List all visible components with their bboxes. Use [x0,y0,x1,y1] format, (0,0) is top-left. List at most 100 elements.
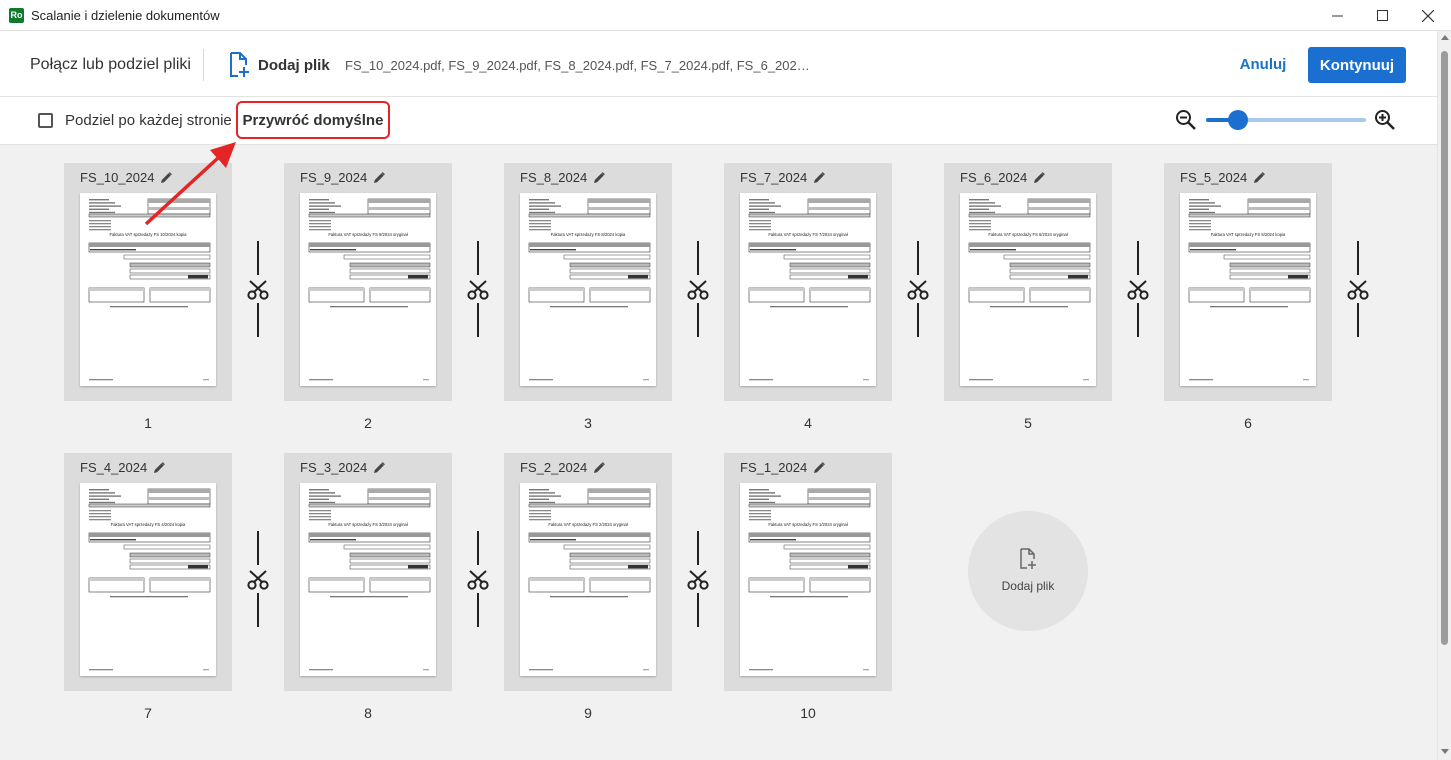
pencil-icon[interactable] [153,461,166,474]
invoice-preview: Faktura VAT sprzedaży FS 2/2024 oryginał [528,488,651,671]
page-thumbnail[interactable]: Faktura VAT sprzedaży FS 1/2024 oryginał [740,483,876,676]
split-scissors-icon[interactable] [686,531,710,627]
split-each-page-checkbox[interactable] [38,113,53,128]
page-thumbnail[interactable]: Faktura VAT sprzedaży FS 3/2024 oryginał [300,483,436,676]
split-scissors-icon[interactable] [466,531,490,627]
document-name-text: FS_7_2024 [740,170,808,185]
zoom-slider-thumb[interactable] [1228,110,1248,130]
pencil-icon[interactable] [593,461,606,474]
add-file-tile-label: Dodaj plik [1001,579,1055,593]
page-number: 1 [144,415,152,431]
page-thumbnail[interactable]: Faktura VAT sprzedaży FS 9/2024 oryginał [300,193,436,386]
document-name[interactable]: FS_5_2024 [1180,170,1266,185]
restore-defaults-button[interactable]: Przywróć domyślne [236,101,390,139]
document-card[interactable]: FS_4_2024 Faktura VAT sprzedaży FS 4/2024… [64,453,232,691]
split-scissors-icon[interactable] [246,531,270,627]
document-name-text: FS_2_2024 [520,460,588,475]
document-name[interactable]: FS_3_2024 [300,460,386,475]
maximize-icon [1376,10,1388,21]
page-number: 7 [144,705,152,721]
document-name-text: FS_4_2024 [80,460,148,475]
add-file-button[interactable]: Dodaj plik [228,51,330,79]
document-card[interactable]: FS_7_2024 Faktura VAT sprzedaży FS 7/2024… [724,163,892,401]
document-name[interactable]: FS_9_2024 [300,170,386,185]
pencil-icon[interactable] [1253,171,1266,184]
page-thumbnail[interactable]: Faktura VAT sprzedaży FS 8/2024 kopia [520,193,656,386]
invoice-title: Faktura VAT sprzedaży FS 2/2024 oryginał [548,522,627,527]
invoice-preview: Faktura VAT sprzedaży FS 4/2024 kopia [88,488,211,671]
split-scissors-icon[interactable] [686,241,710,337]
document-name[interactable]: FS_7_2024 [740,170,826,185]
page-thumbnail[interactable]: Faktura VAT sprzedaży FS 2/2024 oryginał [520,483,656,676]
pencil-icon[interactable] [593,171,606,184]
page-thumbnail[interactable]: Faktura VAT sprzedaży FS 4/2024 kopia [80,483,216,676]
page-number: 4 [804,415,812,431]
page-thumbnail[interactable]: Faktura VAT sprzedaży FS 7/2024 oryginał [740,193,876,386]
invoice-title: Faktura VAT sprzedaży FS 10/2024 kopia [109,232,187,237]
document-name[interactable]: FS_1_2024 [740,460,826,475]
split-scissors-icon[interactable] [1126,241,1150,337]
scroll-up-arrow-icon[interactable] [1441,35,1449,40]
pencil-icon[interactable] [373,171,386,184]
split-scissors-icon[interactable] [466,241,490,337]
document-card[interactable]: FS_6_2024 Faktura VAT sprzedaży FS 6/2024… [944,163,1112,401]
pencil-icon[interactable] [373,461,386,474]
document-card[interactable]: FS_2_2024 Faktura VAT sprzedaży FS 2/2024… [504,453,672,691]
document-name[interactable]: FS_6_2024 [960,170,1046,185]
invoice-preview: Faktura VAT sprzedaży FS 7/2024 oryginał [748,198,871,381]
invoice-title: Faktura VAT sprzedaży FS 9/2024 oryginał [328,232,407,237]
document-name-text: FS_1_2024 [740,460,808,475]
document-card[interactable]: FS_8_2024 Faktura VAT sprzedaży FS 8/2024… [504,163,672,401]
close-button[interactable] [1405,0,1451,31]
dialog-header: Połącz lub podziel pliki Dodaj plik FS_1… [0,31,1437,97]
zoom-out-icon[interactable] [1175,109,1197,131]
split-scissors-icon[interactable] [906,241,930,337]
page-thumbnail[interactable]: Faktura VAT sprzedaży FS 6/2024 oryginał [960,193,1096,386]
invoice-preview: Faktura VAT sprzedaży FS 3/2024 oryginał [308,488,431,671]
document-card[interactable]: FS_5_2024 Faktura VAT sprzedaży FS 5/2024… [1164,163,1332,401]
scroll-down-arrow-icon[interactable] [1441,749,1449,754]
add-file-tile[interactable]: Dodaj plik [968,511,1088,631]
invoice-title: Faktura VAT sprzedaży FS 7/2024 oryginał [768,232,847,237]
scrollbar-thumb[interactable] [1441,51,1448,645]
app-logo: Ro [9,8,24,23]
invoice-preview: Faktura VAT sprzedaży FS 6/2024 oryginał [968,198,1091,381]
invoice-preview: Faktura VAT sprzedaży FS 9/2024 oryginał [308,198,431,381]
vertical-scrollbar[interactable] [1437,31,1451,760]
minimize-button[interactable] [1314,0,1360,31]
document-name-text: FS_8_2024 [520,170,588,185]
invoice-title: Faktura VAT sprzedaży FS 3/2024 oryginał [328,522,407,527]
add-file-label: Dodaj plik [258,56,330,74]
document-name[interactable]: FS_4_2024 [80,460,166,475]
split-scissors-icon[interactable] [1346,241,1370,337]
document-name-text: FS_9_2024 [300,170,368,185]
document-name[interactable]: FS_8_2024 [520,170,606,185]
page-thumbnail[interactable]: Faktura VAT sprzedaży FS 5/2024 kopia [1180,193,1316,386]
pencil-icon[interactable] [813,461,826,474]
continue-button[interactable]: Kontynuuj [1308,47,1406,83]
document-card[interactable]: FS_9_2024 Faktura VAT sprzedaży FS 9/2024… [284,163,452,401]
invoice-preview: Faktura VAT sprzedaży FS 8/2024 kopia [528,198,651,381]
page-number: 3 [584,415,592,431]
split-scissors-icon[interactable] [246,241,270,337]
document-name[interactable]: FS_2_2024 [520,460,606,475]
document-card[interactable]: FS_3_2024 Faktura VAT sprzedaży FS 3/2024… [284,453,452,691]
invoice-title: Faktura VAT sprzedaży FS 8/2024 kopia [551,232,626,237]
split-each-page-label[interactable]: Podziel po każdej stronie [65,112,232,129]
page-number: 5 [1024,415,1032,431]
page-title: Połącz lub podziel pliki [30,56,191,73]
document-name-text: FS_3_2024 [300,460,368,475]
pencil-icon[interactable] [1033,171,1046,184]
file-plus-icon [230,52,249,77]
document-name-text: FS_6_2024 [960,170,1028,185]
invoice-preview: Faktura VAT sprzedaży FS 1/2024 oryginał [748,488,871,671]
zoom-in-icon[interactable] [1374,109,1396,131]
invoice-title: Faktura VAT sprzedaży FS 6/2024 oryginał [988,232,1067,237]
document-card[interactable]: FS_1_2024 Faktura VAT sprzedaży FS 1/2024… [724,453,892,691]
minimize-icon [1331,15,1343,17]
pencil-icon[interactable] [813,171,826,184]
cancel-button[interactable]: Anuluj [1230,47,1296,81]
page-number: 10 [800,705,816,721]
maximize-button[interactable] [1359,0,1405,31]
invoice-title: Faktura VAT sprzedaży FS 1/2024 oryginał [768,522,847,527]
